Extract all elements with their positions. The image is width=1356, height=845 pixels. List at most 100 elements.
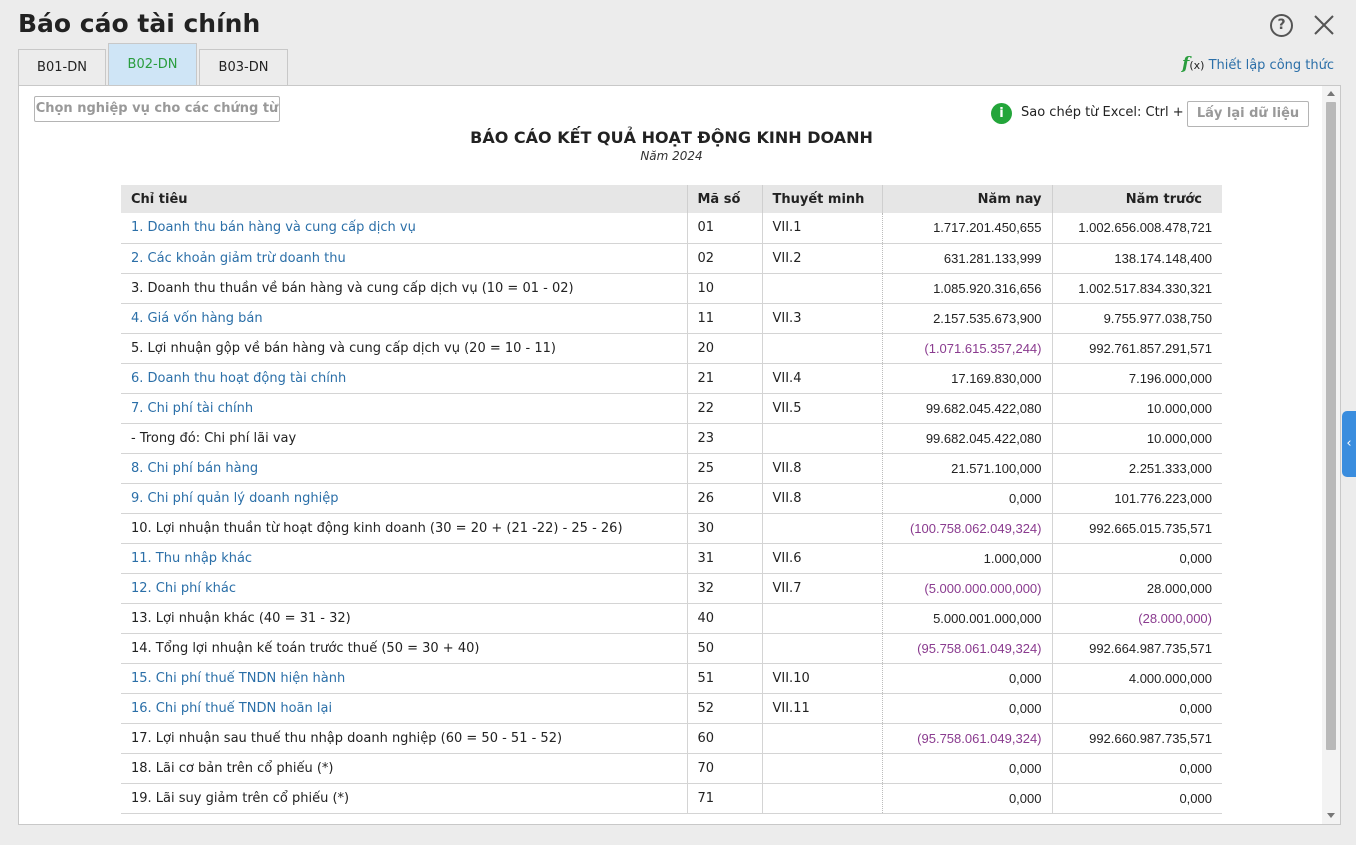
row-previous-year: 7.196.000,000 (1052, 363, 1222, 394)
row-current-year: (95.758.061.049,324) (882, 633, 1053, 664)
row-current-year: (100.758.062.049,324) (882, 513, 1053, 544)
row-previous-year: 992.660.987.735,571 (1052, 723, 1222, 754)
row-note (762, 723, 883, 754)
row-indicator-name: 3. Doanh thu thuần về bán hàng và cung c… (121, 273, 688, 304)
row-current-year: (95.758.061.049,324) (882, 723, 1053, 754)
row-code: 30 (687, 513, 763, 544)
row-previous-year: (28.000,000) (1052, 603, 1222, 634)
tab-b02-dn[interactable]: B02-DN (108, 43, 197, 85)
row-indicator-name[interactable]: 8. Chi phí bán hàng (121, 453, 688, 484)
row-code: 26 (687, 483, 763, 514)
row-indicator-name[interactable]: 9. Chi phí quản lý doanh nghiệp (121, 483, 688, 514)
scroll-up-arrow-icon[interactable] (1327, 91, 1335, 96)
col-header-code: Mã số (687, 185, 763, 213)
table-row: 19. Lãi suy giảm trên cổ phiếu (*) 71 0,00… (121, 783, 1222, 814)
row-indicator-name: 5. Lợi nhuận gộp về bán hàng và cung cấp… (121, 333, 688, 364)
row-current-year: (5.000.000.000,000) (882, 573, 1053, 604)
row-note (762, 513, 883, 544)
row-indicator-name[interactable]: 2. Các khoản giảm trừ doanh thu (121, 243, 688, 274)
row-code: 50 (687, 633, 763, 664)
row-code: 21 (687, 363, 763, 394)
table-header-row: Chỉ tiêu Mã số Thuyết minh Năm nay Năm t… (121, 185, 1222, 213)
row-code: 51 (687, 663, 763, 694)
table-row: 5. Lợi nhuận gộp về bán hàng và cung cấp… (121, 333, 1222, 364)
row-previous-year: 10.000,000 (1052, 423, 1222, 454)
report-subtitle: Năm 2024 (640, 149, 703, 163)
formula-setup-link[interactable]: f(x) Thiết lập công thức (1182, 54, 1334, 74)
table-row[interactable]: 1. Doanh thu bán hàng và cung cấp dịch v… (121, 213, 1222, 244)
row-previous-year: 992.665.015.735,571 (1052, 513, 1222, 544)
col-header-current-year: Năm nay (882, 185, 1053, 213)
row-indicator-name: 10. Lợi nhuận thuần từ hoạt động kinh do… (121, 513, 688, 544)
table-row[interactable]: 15. Chi phí thuế TNDN hiện hành 51 VII.10 0… (121, 663, 1222, 694)
row-note: VII.2 (762, 243, 883, 274)
row-indicator-name: 13. Lợi nhuận khác (40 = 31 - 32) (121, 603, 688, 634)
table-row[interactable]: 9. Chi phí quản lý doanh nghiệp 26 VII.8 0,… (121, 483, 1222, 514)
row-indicator-name: 14. Tổng lợi nhuận kế toán trước thuế (5… (121, 633, 688, 664)
tab-b03-dn[interactable]: B03-DN (199, 49, 288, 85)
income-statement-table: Chỉ tiêu Mã số Thuyết minh Năm nay Năm t… (121, 185, 1222, 814)
row-indicator-name[interactable]: 1. Doanh thu bán hàng và cung cấp dịch v… (121, 213, 688, 244)
table-row[interactable]: 8. Chi phí bán hàng 25 VII.8 21.571.100,000… (121, 453, 1222, 484)
row-indicator-name: 17. Lợi nhuận sau thuế thu nhập doanh ng… (121, 723, 688, 754)
row-previous-year: 101.776.223,000 (1052, 483, 1222, 514)
scrollbar-thumb[interactable] (1326, 102, 1336, 750)
report-title: BÁO CÁO KẾT QUẢ HOẠT ĐỘNG KINH DOANH (470, 128, 873, 147)
table-row: 13. Lợi nhuận khác (40 = 31 - 32) 40 5.000… (121, 603, 1222, 634)
table-row[interactable]: 6. Doanh thu hoạt động tài chính 21 VII.4 1… (121, 363, 1222, 394)
table-row[interactable]: 11. Thu nhập khác 31 VII.6 1.000,000 0,000 (121, 543, 1222, 574)
vertical-scrollbar[interactable] (1322, 86, 1340, 824)
table-row[interactable]: 2. Các khoản giảm trừ doanh thu 02 VII.2 63… (121, 243, 1222, 274)
row-current-year: (1.071.615.357,244) (882, 333, 1053, 364)
row-note: VII.10 (762, 663, 883, 694)
row-previous-year: 992.664.987.735,571 (1052, 633, 1222, 664)
table-row[interactable]: 16. Chi phí thuế TNDN hoãn lại 52 VII.11 0,… (121, 693, 1222, 724)
reload-data-button[interactable]: Lấy lại dữ liệu (1187, 101, 1309, 127)
row-note: VII.11 (762, 693, 883, 724)
table-row[interactable]: 4. Giá vốn hàng bán 11 VII.3 2.157.535.673,… (121, 303, 1222, 334)
row-code: 23 (687, 423, 763, 454)
row-code: 20 (687, 333, 763, 364)
help-icon[interactable]: ? (1270, 14, 1293, 37)
row-current-year: 631.281.133,999 (882, 243, 1053, 274)
row-current-year: 1.000,000 (882, 543, 1053, 574)
side-panel-toggle[interactable]: ‹ (1342, 411, 1356, 477)
row-note (762, 633, 883, 664)
row-indicator-name[interactable]: 11. Thu nhập khác (121, 543, 688, 574)
row-note (762, 333, 883, 364)
row-previous-year: 9.755.977.038,750 (1052, 303, 1222, 334)
row-code: 31 (687, 543, 763, 574)
close-icon[interactable] (1312, 12, 1336, 38)
table-row[interactable]: 12. Chi phí khác 32 VII.7 (5.000.000.000,00… (121, 573, 1222, 604)
row-indicator-name[interactable]: 6. Doanh thu hoạt động tài chính (121, 363, 688, 394)
row-code: 25 (687, 453, 763, 484)
row-indicator-name[interactable]: 7. Chi phí tài chính (121, 393, 688, 424)
row-indicator-name[interactable]: 16. Chi phí thuế TNDN hoãn lại (121, 693, 688, 724)
row-code: 11 (687, 303, 763, 334)
col-header-indicator: Chỉ tiêu (121, 185, 688, 213)
row-code: 71 (687, 783, 763, 814)
row-current-year: 17.169.830,000 (882, 363, 1053, 394)
col-header-note: Thuyết minh (762, 185, 883, 213)
row-code: 52 (687, 693, 763, 724)
row-note (762, 423, 883, 454)
row-code: 40 (687, 603, 763, 634)
table-row: - Trong đó: Chi phí lãi vay 23 99.682.045.… (121, 423, 1222, 454)
row-note: VII.5 (762, 393, 883, 424)
row-current-year: 0,000 (882, 693, 1053, 724)
row-current-year: 99.682.045.422,080 (882, 393, 1053, 424)
row-code: 60 (687, 723, 763, 754)
select-voucher-button[interactable]: Chọn nghiệp vụ cho các chứng từ (34, 96, 280, 122)
tab-b01-dn[interactable]: B01-DN (18, 49, 106, 85)
row-indicator-name[interactable]: 12. Chi phí khác (121, 573, 688, 604)
row-note: VII.7 (762, 573, 883, 604)
table-row: 17. Lợi nhuận sau thuế thu nhập doanh ng… (121, 723, 1222, 754)
row-indicator-name[interactable]: 4. Giá vốn hàng bán (121, 303, 688, 334)
row-indicator-name: 19. Lãi suy giảm trên cổ phiếu (*) (121, 783, 688, 814)
row-previous-year: 0,000 (1052, 543, 1222, 574)
row-indicator-name[interactable]: 15. Chi phí thuế TNDN hiện hành (121, 663, 688, 694)
row-previous-year: 0,000 (1052, 753, 1222, 784)
table-row[interactable]: 7. Chi phí tài chính 22 VII.5 99.682.045.42… (121, 393, 1222, 424)
scroll-down-arrow-icon[interactable] (1327, 813, 1335, 818)
row-code: 10 (687, 273, 763, 304)
